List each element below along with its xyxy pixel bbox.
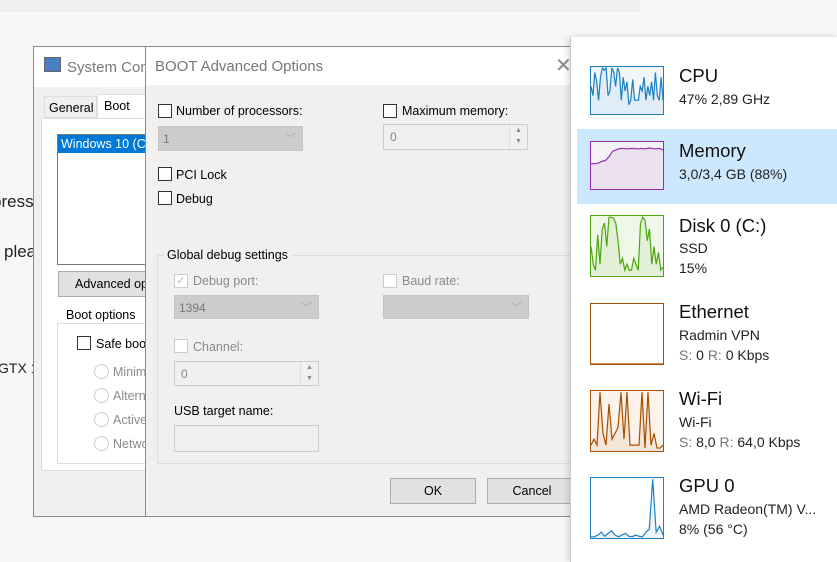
item-title: Memory: [679, 140, 746, 161]
usage-sparkline: [591, 67, 663, 114]
perf-item-gpu[interactable]: GPU 0 AMD Radeon(TM) V... 8% (56 °C): [577, 469, 837, 549]
background-text: press: [0, 192, 34, 211]
ethernet-graph: [590, 303, 664, 365]
debug-port-checkbox[interactable]: ✓: [174, 274, 188, 288]
radio-active[interactable]: [94, 412, 109, 427]
perf-item-memory[interactable]: Memory 3,0/3,4 GB (88%): [577, 129, 837, 204]
item-detail: 8% (56 °C): [679, 521, 748, 537]
debug-port-select[interactable]: 1394 ﹀: [174, 295, 319, 319]
safe-boot-label: Safe boo: [96, 337, 147, 351]
max-memory-label: Maximum memory:: [402, 104, 509, 118]
cpu-graph: [590, 66, 664, 115]
item-detail: 3,0/3,4 GB (88%): [679, 166, 788, 182]
gpu-graph: [590, 477, 664, 539]
item-title: Wi-Fi: [679, 388, 723, 409]
item-detail: 47% 2,89 GHz: [679, 91, 771, 107]
item-detail: 15%: [679, 260, 708, 276]
tab-general[interactable]: General: [44, 96, 97, 118]
item-detail: SSD: [679, 240, 708, 256]
pci-lock-label: PCI Lock: [176, 168, 227, 182]
chevron-down-icon: ﹀: [301, 302, 312, 314]
debug-checkbox[interactable]: [158, 191, 172, 205]
spinner-value: 0: [181, 367, 188, 381]
spinner-value: 0: [390, 130, 397, 144]
num-processors-select[interactable]: 1 ﹀: [158, 126, 303, 151]
item-title: Ethernet: [679, 301, 749, 322]
baud-rate-select[interactable]: ﹀: [383, 295, 529, 319]
perf-item-cpu[interactable]: CPU 47% 2,89 GHz: [577, 57, 837, 127]
usage-sparkline: [591, 304, 663, 364]
usage-sparkline: [591, 142, 663, 189]
usage-sparkline: [591, 216, 663, 276]
boot-advanced-options-dialog: BOOT Advanced Options ✕ Number of proces…: [145, 46, 577, 517]
radio-label: Active: [113, 413, 148, 427]
title-bar: BOOT Advanced Options ✕: [146, 47, 574, 85]
debug-port-label: Debug port:: [193, 274, 259, 288]
computer-icon: [44, 57, 61, 72]
chevron-down-icon: ﹀: [511, 302, 522, 314]
system-config-window: System Con General Boot Windows 10 (C Ad…: [33, 46, 168, 517]
usb-target-input[interactable]: [174, 425, 319, 452]
perf-item-wifi[interactable]: Wi-Fi Wi-Fi S: 8,0 R: 64,0 Kbps: [577, 382, 837, 462]
usage-sparkline: [591, 391, 663, 451]
window-title: System Con: [67, 59, 149, 76]
wifi-graph: [590, 390, 664, 452]
max-memory-checkbox[interactable]: [383, 104, 397, 118]
channel-label: Channel:: [193, 340, 244, 354]
radio-label: Altern: [113, 389, 146, 403]
usage-sparkline: [591, 478, 663, 538]
background-text: plea: [4, 242, 37, 261]
num-processors-label: Number of processors:: [176, 104, 303, 118]
channel-checkbox[interactable]: [174, 339, 188, 353]
baud-rate-checkbox[interactable]: [383, 274, 397, 288]
baud-rate-label: Baud rate:: [402, 274, 460, 288]
item-title: Disk 0 (C:): [679, 215, 767, 236]
memory-graph: [590, 141, 664, 190]
debug-label: Debug: [176, 192, 213, 206]
radio-network[interactable]: [94, 436, 109, 451]
cancel-button[interactable]: Cancel: [487, 478, 577, 504]
max-memory-spinner[interactable]: 0 ▲ ▼: [383, 124, 528, 150]
boot-options-label: Boot options: [63, 308, 139, 322]
item-title: CPU: [679, 65, 719, 86]
item-detail: S: 8,0 R: 64,0 Kbps: [679, 434, 801, 450]
perf-item-disk[interactable]: Disk 0 (C:) SSD 15%: [577, 207, 837, 287]
num-processors-checkbox[interactable]: [158, 104, 172, 118]
title-bar: System Con: [34, 47, 162, 87]
disk-graph: [590, 215, 664, 277]
ok-button[interactable]: OK: [390, 478, 476, 504]
radio-label: Netwo: [113, 437, 149, 451]
safe-boot-checkbox[interactable]: [77, 336, 91, 350]
spinner-arrows-icon[interactable]: ▲ ▼: [300, 362, 318, 385]
item-detail: AMD Radeon(TM) V...: [679, 501, 817, 517]
sparkline-fill: [591, 148, 663, 189]
channel-spinner[interactable]: 0 ▲ ▼: [174, 361, 319, 386]
radio-minimal[interactable]: [94, 364, 109, 379]
perf-item-ethernet[interactable]: Ethernet Radmin VPN S: 0 R: 0 Kbps: [577, 295, 837, 375]
select-value: 1: [163, 132, 170, 146]
radio-label: Minim: [113, 365, 147, 379]
background-bar: [0, 0, 640, 12]
select-value: 1394: [179, 301, 206, 315]
item-title: GPU 0: [679, 475, 735, 496]
item-detail: S: 0 R: 0 Kbps: [679, 347, 770, 363]
pci-lock-checkbox[interactable]: [158, 167, 172, 181]
dialog-title: BOOT Advanced Options: [155, 58, 324, 75]
item-detail: Radmin VPN: [679, 327, 760, 343]
chevron-down-icon: ﹀: [285, 133, 296, 145]
global-debug-legend: Global debug settings: [163, 248, 292, 262]
item-detail: Wi-Fi: [679, 414, 712, 430]
usb-target-label: USB target name:: [174, 404, 274, 418]
radio-alternate[interactable]: [94, 388, 109, 403]
spinner-arrows-icon[interactable]: ▲ ▼: [509, 125, 527, 149]
sparkline-fill: [591, 217, 663, 276]
task-manager-performance-panel: CPU 47% 2,89 GHz Memory 3,0/3,4 GB (88%)…: [570, 37, 837, 562]
